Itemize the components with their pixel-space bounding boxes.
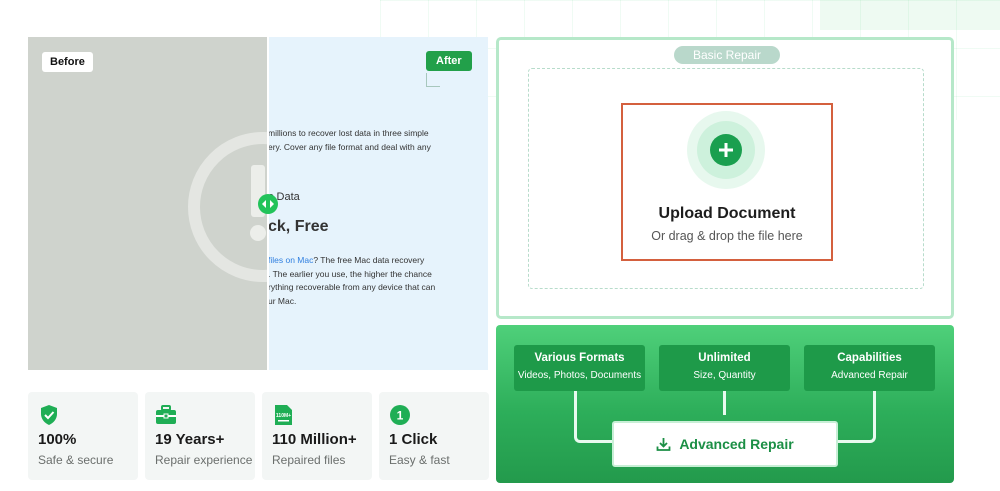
after-text-fragment: ? The free Mac data recovery [313, 255, 425, 265]
number-one-icon: 1 [390, 405, 410, 425]
feature-subtitle: Videos, Photos, Documents [517, 370, 642, 381]
after-paragraph-1: millions to recover lost data in three s… [268, 126, 431, 154]
stat-card-click: 1 1 Click Easy & fast [379, 392, 489, 480]
before-label: Before [42, 52, 93, 72]
stat-card-safe: 100% Safe & secure [28, 392, 138, 480]
number-one-icon-text: 1 [397, 409, 404, 423]
advanced-repair-panel: Various Formats Videos, Photos, Document… [496, 325, 954, 483]
stat-card-files: 110M+ 110 Million+ Repaired files [262, 392, 372, 480]
upload-subtitle: Or drag & drop the file here [651, 229, 803, 243]
stat-label: Repair experience [155, 453, 253, 467]
after-text-line: ur Mac. [268, 295, 297, 306]
stat-value: 100% [38, 431, 77, 448]
after-link[interactable]: files on Mac [268, 255, 313, 265]
connector-left [574, 391, 614, 443]
stat-value: 110 Million+ [272, 431, 357, 448]
feature-title: Various Formats [534, 352, 625, 364]
compare-drag-handle-icon[interactable] [258, 194, 278, 214]
file-count-icon-text: 110M+ [276, 413, 291, 419]
background-accent [820, 0, 1000, 30]
after-label: After [426, 51, 472, 71]
advanced-repair-button[interactable]: Advanced Repair [612, 421, 838, 467]
plus-icon[interactable] [710, 134, 742, 166]
warning-icon-dot [250, 225, 266, 241]
shield-check-icon [41, 405, 57, 425]
stat-label: Safe & secure [38, 453, 114, 467]
after-label-pointer [426, 73, 440, 87]
connector-right [836, 391, 876, 443]
upload-document-button[interactable]: Upload Document Or drag & drop the file … [621, 103, 833, 261]
connector-center [723, 391, 726, 415]
upload-halo [687, 111, 765, 189]
stat-label: Easy & fast [389, 453, 450, 467]
stat-card-experience: 19 Years+ Repair experience [145, 392, 255, 480]
after-text-line: millions to recover lost data in three s… [268, 128, 429, 138]
feature-capabilities: Capabilities Advanced Repair [804, 345, 935, 391]
download-icon [656, 437, 671, 451]
basic-repair-label: Basic Repair [674, 46, 780, 64]
feature-unlimited: Unlimited Size, Quantity [659, 345, 790, 391]
after-text-line: . The earlier you use, the higher the ch… [268, 268, 432, 279]
upload-halo-inner [697, 121, 755, 179]
feature-subtitle: Advanced Repair [831, 370, 908, 381]
toolbox-icon [156, 405, 176, 424]
upload-title: Upload Document [658, 205, 796, 222]
stat-label: Repaired files [272, 453, 346, 467]
feature-subtitle: Size, Quantity [693, 370, 756, 381]
advanced-repair-button-label: Advanced Repair [679, 436, 794, 452]
feature-title: Unlimited [698, 352, 751, 364]
after-pane: millions to recover lost data in three s… [268, 37, 488, 370]
after-text-line: rything recoverable from any device that… [268, 282, 436, 292]
feature-formats: Various Formats Videos, Photos, Document… [514, 345, 645, 391]
stat-value: 1 Click [389, 431, 438, 448]
stat-value: 19 Years+ [155, 431, 225, 448]
after-heading-large: ck, Free [268, 218, 329, 235]
after-paragraph-2: files on Mac? The free Mac data recovery… [268, 254, 435, 308]
file-count-icon: 110M+ [275, 405, 292, 425]
after-text-line: ery. Cover any file format and deal with… [268, 142, 431, 152]
after-text-line: files on Mac? The free Mac data recovery [268, 254, 435, 268]
before-after-comparison[interactable]: millions to recover lost data in three s… [28, 37, 488, 370]
before-pane [28, 37, 268, 370]
feature-title: Capabilities [837, 352, 902, 364]
